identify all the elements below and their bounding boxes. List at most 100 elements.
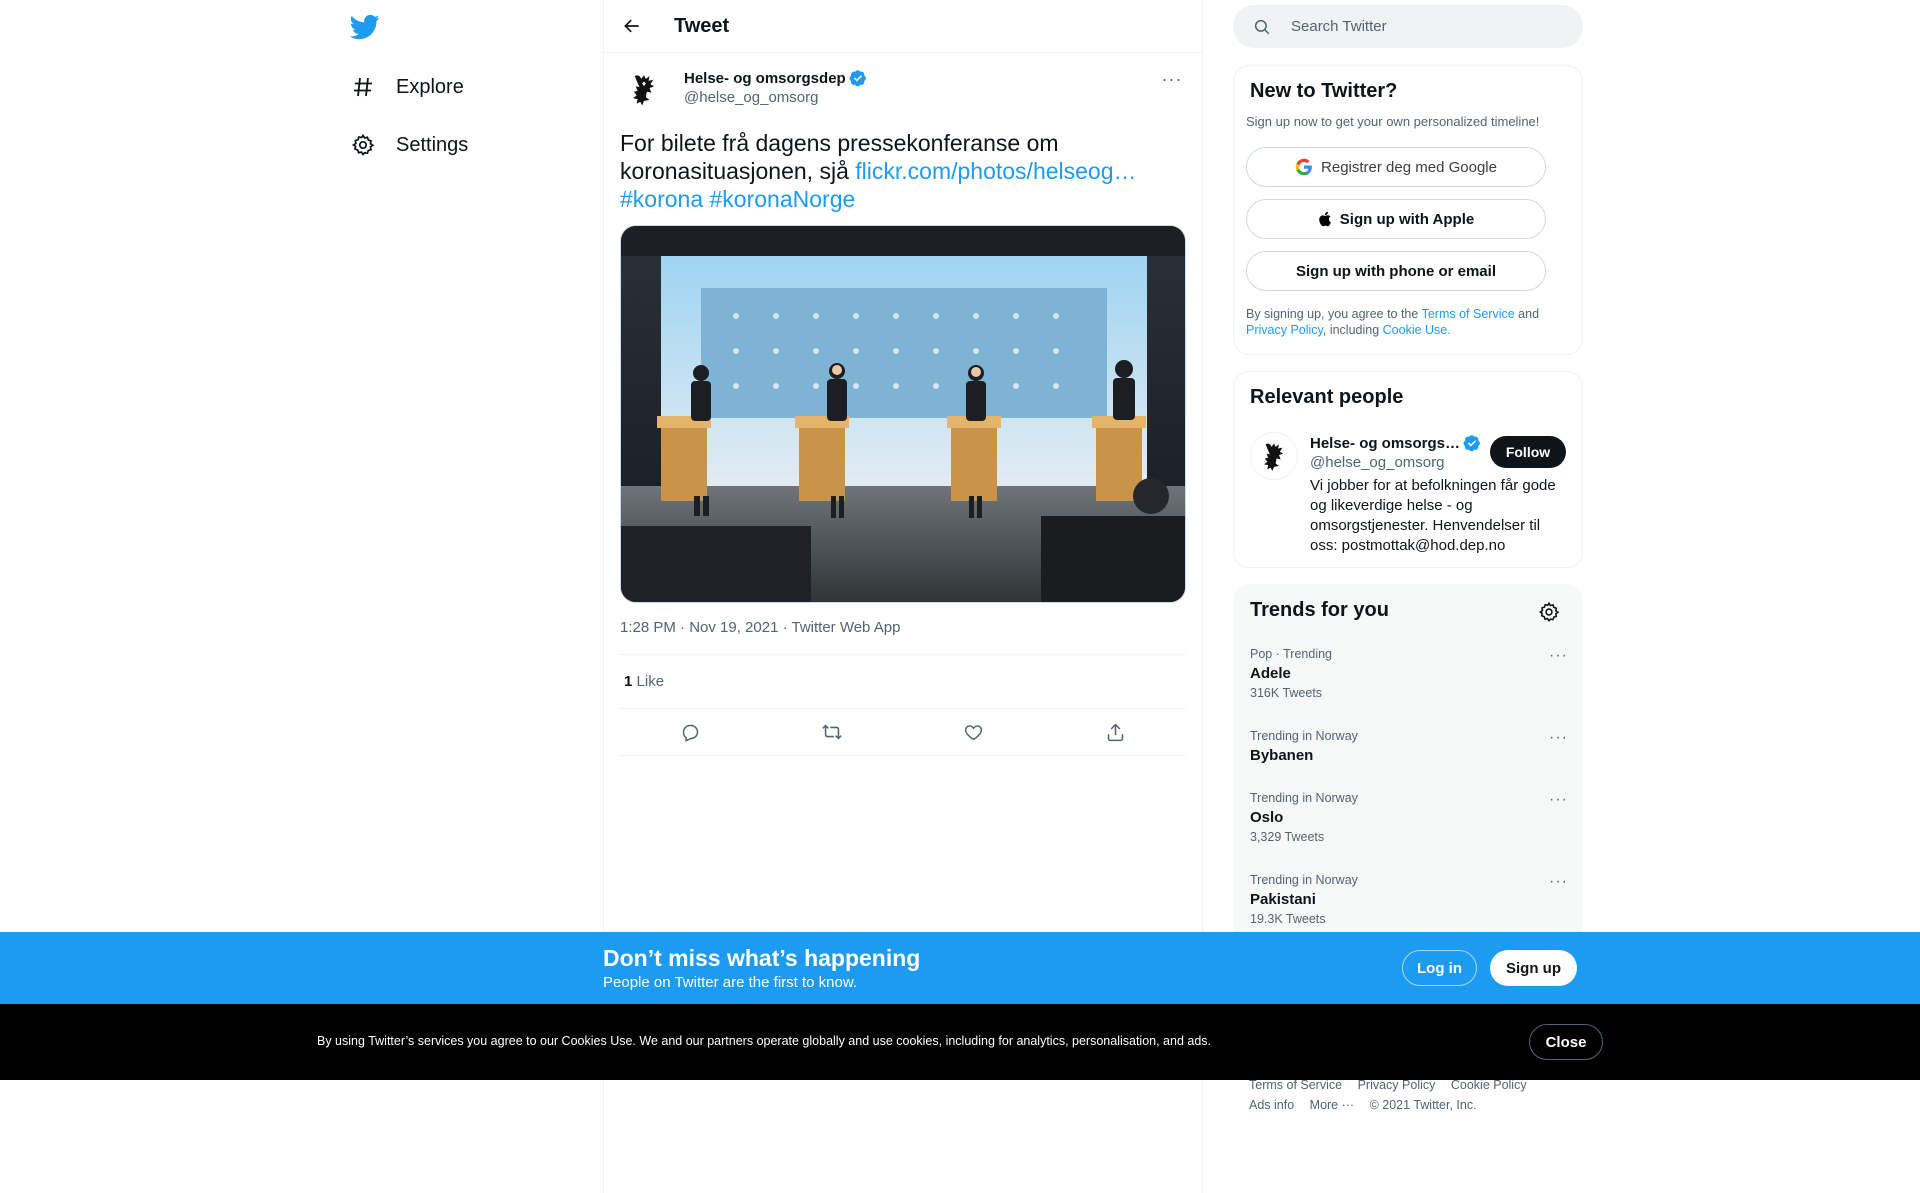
- signup-button[interactable]: Sign up: [1490, 950, 1577, 986]
- trend-count: 316K Tweets: [1250, 686, 1323, 700]
- cookie-consent-bar: By using Twitter’s services you agree to…: [0, 1004, 1920, 1080]
- trend-context: Trending in Norway: [1250, 791, 1358, 805]
- footer-ads-link[interactable]: Ads info: [1249, 1098, 1294, 1112]
- phone-email-signup-label: Sign up with phone or email: [1295, 262, 1496, 280]
- legal-text-1: By signing up, you agree to the: [1246, 307, 1422, 321]
- cookie-use-link[interactable]: Cookie Use.: [1383, 323, 1451, 337]
- trend-name: Pakistani: [1250, 891, 1316, 908]
- nav-label-explore: Explore: [396, 75, 464, 98]
- like-count-row[interactable]: 1 Like: [624, 673, 664, 690]
- google-icon: [1295, 158, 1312, 176]
- more-options-icon[interactable]: ···: [1549, 647, 1568, 665]
- trend-count: 3,329 Tweets: [1250, 830, 1325, 844]
- like-heart-icon[interactable]: [957, 715, 991, 749]
- banner-heading: Don’t miss what’s happening: [603, 945, 921, 971]
- nav-label-settings: Settings: [396, 133, 469, 156]
- hashtag-koronanorge[interactable]: #koronaNorge: [710, 186, 856, 212]
- lion-crest-icon: [1264, 443, 1284, 471]
- nav-item-explore[interactable]: Explore: [350, 67, 464, 107]
- author-handle[interactable]: @helse_og_omsorg: [684, 89, 818, 106]
- author-avatar[interactable]: [620, 65, 668, 113]
- like-label: Like: [636, 673, 665, 690]
- login-button[interactable]: Log in: [1402, 950, 1477, 986]
- trend-item[interactable]: Pop · Trending Adele 316K Tweets ···: [1250, 647, 1568, 700]
- more-options-icon[interactable]: ···: [1549, 729, 1568, 747]
- search-input[interactable]: [1291, 18, 1551, 35]
- apple-signup-button[interactable]: Sign up with Apple: [1246, 199, 1546, 239]
- cookie-text: By using Twitter’s services you agree to…: [317, 1034, 1212, 1048]
- tweet-photo[interactable]: [620, 225, 1186, 603]
- verified-badge-icon: [1463, 435, 1480, 452]
- relevant-people-card: Relevant people Helse- og omsorgs… @hels…: [1233, 371, 1583, 568]
- person-name[interactable]: Helse- og omsorgs…: [1310, 435, 1460, 452]
- reply-icon[interactable]: [674, 715, 708, 749]
- trend-item[interactable]: Trending in Norway Bybanen ···: [1250, 729, 1568, 764]
- more-options-icon[interactable]: ···: [1158, 65, 1186, 93]
- page-title: Tweet: [674, 14, 730, 37]
- search-icon: [1254, 19, 1270, 34]
- hashtag-korona[interactable]: #korona: [620, 186, 703, 212]
- twitter-logo-icon[interactable]: [349, 12, 382, 44]
- more-options-icon[interactable]: ···: [1549, 873, 1568, 891]
- apple-icon: [1319, 211, 1331, 227]
- google-signup-button[interactable]: Registrer deg med Google: [1246, 147, 1546, 187]
- like-count: 1: [624, 673, 633, 690]
- trends-card: Trends for you Pop · Trending Adele 316K…: [1233, 584, 1583, 944]
- footer-more-link[interactable]: More ···: [1310, 1098, 1354, 1112]
- footer-privacy-link[interactable]: Privacy Policy: [1358, 1078, 1436, 1092]
- search-box[interactable]: [1233, 5, 1583, 48]
- lion-crest-icon: [633, 75, 655, 106]
- footer-links: Terms of Service Privacy Policy Cookie P…: [1249, 1075, 1539, 1115]
- google-signup-label: Registrer deg med Google: [1321, 158, 1497, 176]
- trend-context: Trending in Norway: [1250, 873, 1358, 887]
- trend-name: Oslo: [1250, 809, 1284, 826]
- trends-settings-gear-icon[interactable]: [1538, 601, 1560, 623]
- cookie-close-button[interactable]: Close: [1529, 1024, 1603, 1060]
- person-handle[interactable]: @helse_og_omsorg: [1310, 454, 1444, 471]
- retweet-icon[interactable]: [815, 715, 849, 749]
- verified-badge-icon: [849, 70, 866, 87]
- tweet-timestamp[interactable]: 1:28 PM · Nov 19, 2021 · Twitter Web App: [620, 619, 900, 636]
- legal-text-2: and: [1514, 307, 1540, 321]
- terms-link[interactable]: Terms of Service: [1422, 307, 1515, 321]
- legal-text-3: , including: [1322, 323, 1383, 337]
- person-avatar[interactable]: [1250, 432, 1298, 480]
- divider: [620, 654, 1186, 655]
- author-name[interactable]: Helse- og omsorgsdep: [684, 70, 846, 87]
- trend-item[interactable]: Trending in Norway Pakistani 19.3K Tweet…: [1250, 873, 1568, 926]
- author-name-row[interactable]: Helse- og omsorgsdep: [684, 69, 867, 87]
- footer-terms-link[interactable]: Terms of Service: [1249, 1078, 1342, 1092]
- trend-name: Bybanen: [1250, 747, 1314, 764]
- tweet-link[interactable]: flickr.com/photos/helseog…: [855, 158, 1136, 184]
- trend-name: Adele: [1250, 665, 1291, 682]
- signup-legal-text: By signing up, you agree to the Terms of…: [1246, 306, 1566, 338]
- phone-email-signup-button[interactable]: Sign up with phone or email: [1246, 251, 1546, 291]
- share-icon[interactable]: [1098, 715, 1132, 749]
- tweet-author: Helse- og omsorgsdep @helse_og_omsorg ··…: [620, 65, 1186, 113]
- hashtag-icon: [350, 74, 376, 100]
- apple-signup-label: Sign up with Apple: [1339, 210, 1475, 228]
- follow-button[interactable]: Follow: [1490, 436, 1566, 468]
- person-bio: Vi jobber for at befolkningen får gode o…: [1310, 477, 1556, 554]
- back-arrow-icon[interactable]: [620, 14, 644, 38]
- trend-context: Pop · Trending: [1250, 647, 1332, 661]
- more-options-icon[interactable]: ···: [1549, 791, 1568, 809]
- divider: [620, 755, 1186, 756]
- privacy-link[interactable]: Privacy Policy: [1246, 323, 1323, 337]
- signup-subtitle: Sign up now to get your own personalized…: [1246, 114, 1540, 129]
- banner-subtitle: People on Twitter are the first to know.: [603, 974, 858, 991]
- signup-banner: Don’t miss what’s happening People on Tw…: [0, 932, 1920, 1004]
- signup-card: New to Twitter? Sign up now to get your …: [1233, 65, 1583, 355]
- person-name-row[interactable]: Helse- og omsorgs…: [1310, 434, 1481, 452]
- trends-title: Trends for you: [1250, 599, 1389, 621]
- footer-cookie-link[interactable]: Cookie Policy: [1451, 1078, 1527, 1092]
- tweet-text: For bilete frå dagens pressekonferanse o…: [620, 129, 1186, 213]
- trend-item[interactable]: Trending in Norway Oslo 3,329 Tweets ···: [1250, 791, 1568, 844]
- trend-count: 19.3K Tweets: [1250, 912, 1326, 926]
- page-header: Tweet: [604, 0, 1202, 53]
- trend-context: Trending in Norway: [1250, 729, 1358, 743]
- tweet-actions: [620, 709, 1186, 755]
- signup-title: New to Twitter?: [1250, 80, 1398, 102]
- nav-item-settings[interactable]: Settings: [350, 125, 468, 165]
- gear-icon: [350, 132, 376, 158]
